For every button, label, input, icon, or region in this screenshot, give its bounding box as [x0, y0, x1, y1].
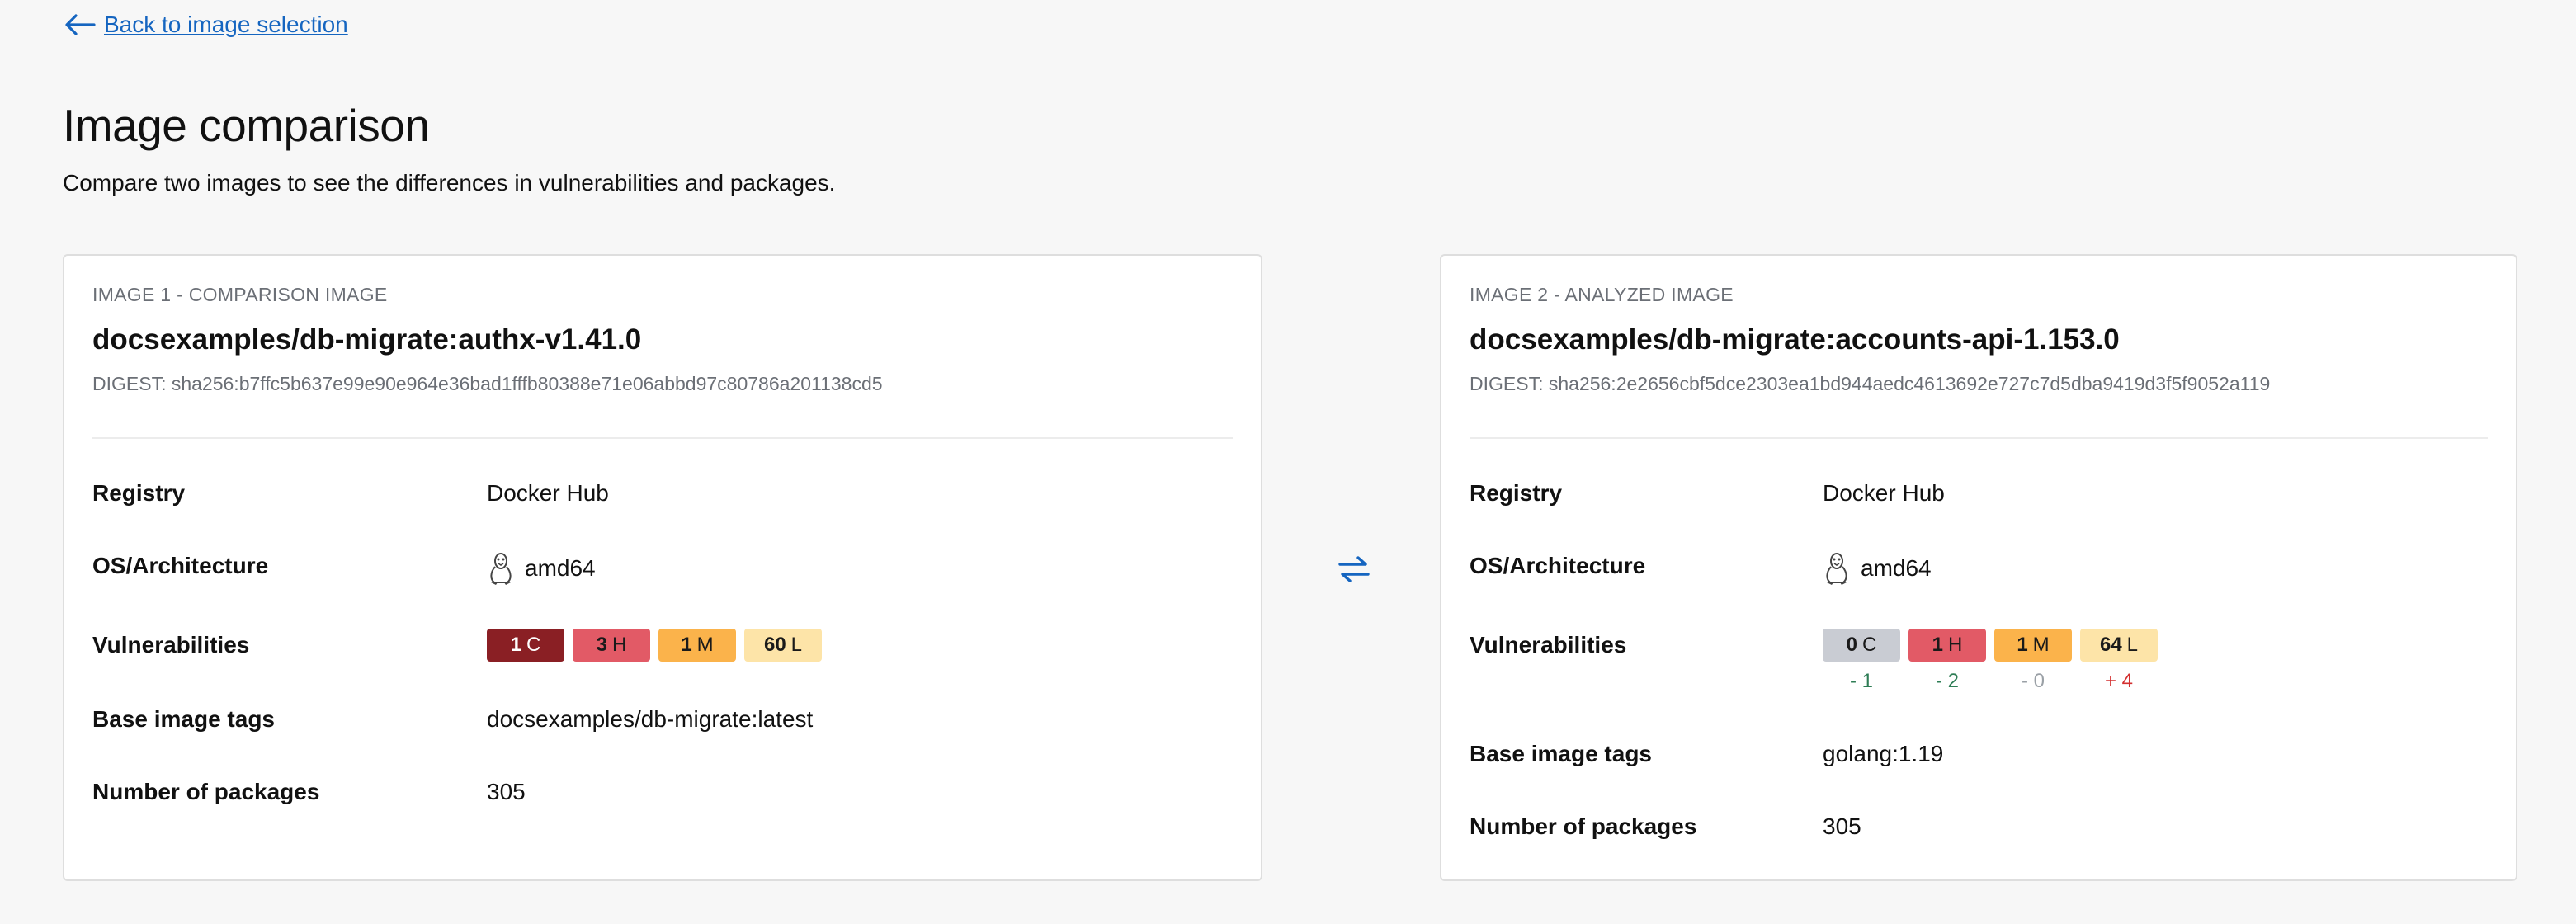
os-arch-value: amd64 — [487, 551, 596, 586]
vulnerabilities-value: 1 C 3 H 1 M 60 L — [487, 629, 822, 662]
vulnerabilities-label: Vulnerabilities — [92, 632, 250, 658]
vulnerability-badges: 0 C 1 H 1 M 64 L — [1823, 629, 2158, 662]
critical-letter: C — [1862, 634, 1877, 656]
registry-label: Registry — [1470, 480, 1563, 506]
packages-count: 305 — [1823, 813, 1861, 839]
critical-letter: C — [526, 634, 541, 656]
high-count: 3 — [596, 634, 607, 656]
low-count: 60 — [763, 634, 786, 656]
page-subtitle: Compare two images to see the difference… — [63, 170, 836, 196]
image-digest: DIGEST: sha256:2e2656cbf5dce2303ea1bd944… — [1470, 373, 2271, 394]
low-count: 64 — [2099, 634, 2122, 656]
vulnerability-badges: 1 C 3 H 1 M 60 L — [487, 629, 822, 662]
vulnerabilities-label: Vulnerabilities — [1470, 632, 1627, 658]
critical-badge: 1 C — [487, 629, 564, 662]
vulnerability-deltas: - 1 - 2 - 0 + 4 — [1823, 670, 2158, 693]
divider — [1470, 437, 2488, 439]
registry-value: Docker Hub — [487, 480, 609, 507]
medium-badge: 1 M — [1994, 629, 2072, 662]
medium-badge: 1 M — [658, 629, 736, 662]
medium-count: 1 — [2017, 634, 2028, 656]
packages-label: Number of packages — [92, 779, 320, 804]
low-badge: 60 L — [744, 629, 822, 662]
high-badge: 1 H — [1908, 629, 1986, 662]
linux-tux-icon — [490, 553, 512, 585]
base-image-tags-text: docsexamples/db-migrate:latest — [487, 706, 814, 732]
swap-arrows-icon[interactable] — [1337, 553, 1371, 586]
image-name: docsexamples/db-migrate:accounts-api-1.1… — [1470, 323, 2120, 356]
high-count: 1 — [1932, 634, 1943, 656]
image-digest: DIGEST: sha256:b7ffc5b637e99e90e964e36ba… — [92, 373, 883, 394]
medium-delta: - 0 — [2021, 670, 2045, 692]
medium-letter: M — [2032, 634, 2050, 656]
low-letter: L — [2126, 634, 2139, 656]
packages-value: 305 — [1823, 813, 1861, 840]
arrow-left-icon — [65, 14, 96, 35]
medium-count: 1 — [681, 634, 692, 656]
base-image-tags-label: Base image tags — [1470, 741, 1652, 766]
registry-text: Docker Hub — [487, 480, 609, 506]
page: Back to image selection Image comparison… — [0, 0, 2576, 924]
registry-text: Docker Hub — [1823, 480, 1945, 506]
base-image-tags-text: golang:1.19 — [1823, 741, 1944, 766]
os-arch-label: OS/Architecture — [1470, 553, 1646, 578]
comparison-image-card: IMAGE 1 - COMPARISON IMAGE docsexamples/… — [63, 254, 1262, 881]
vulnerabilities-value: 0 C 1 H 1 M 64 L - 1 - 2 - 0 + 4 — [1823, 629, 2158, 693]
linux-tux-icon — [1826, 553, 1847, 585]
packages-label: Number of packages — [1470, 813, 1697, 839]
critical-count: 1 — [510, 634, 521, 656]
high-delta: - 2 — [1935, 670, 1959, 692]
os-arch-value: amd64 — [1823, 551, 1932, 586]
card-eyebrow: IMAGE 1 - COMPARISON IMAGE — [92, 284, 388, 305]
critical-badge: 0 C — [1823, 629, 1900, 662]
image-name: docsexamples/db-migrate:authx-v1.41.0 — [92, 323, 642, 356]
back-link[interactable]: Back to image selection — [63, 12, 348, 38]
high-badge: 3 H — [573, 629, 650, 662]
medium-letter: M — [696, 634, 714, 656]
base-image-tags-label: Base image tags — [92, 706, 275, 732]
high-letter: H — [612, 634, 627, 656]
low-badge: 64 L — [2080, 629, 2158, 662]
os-arch-label: OS/Architecture — [92, 553, 269, 578]
critical-count: 0 — [1846, 634, 1857, 656]
registry-value: Docker Hub — [1823, 480, 1945, 507]
analyzed-image-card: IMAGE 2 - ANALYZED IMAGE docsexamples/db… — [1440, 254, 2517, 881]
packages-value: 305 — [487, 779, 526, 805]
card-eyebrow: IMAGE 2 - ANALYZED IMAGE — [1470, 284, 1734, 305]
low-letter: L — [790, 634, 803, 656]
architecture-text: amd64 — [1861, 555, 1932, 581]
registry-label: Registry — [92, 480, 186, 506]
divider — [92, 437, 1233, 439]
packages-count: 305 — [487, 779, 526, 804]
low-delta: + 4 — [2104, 670, 2134, 692]
critical-delta: - 1 — [1849, 670, 1873, 692]
page-title: Image comparison — [63, 100, 430, 151]
high-letter: H — [1948, 634, 1963, 656]
base-image-tags-value: docsexamples/db-migrate:latest — [487, 706, 813, 733]
back-link-label[interactable]: Back to image selection — [104, 12, 348, 38]
base-image-tags-value: golang:1.19 — [1823, 741, 1943, 767]
architecture-text: amd64 — [525, 555, 596, 581]
